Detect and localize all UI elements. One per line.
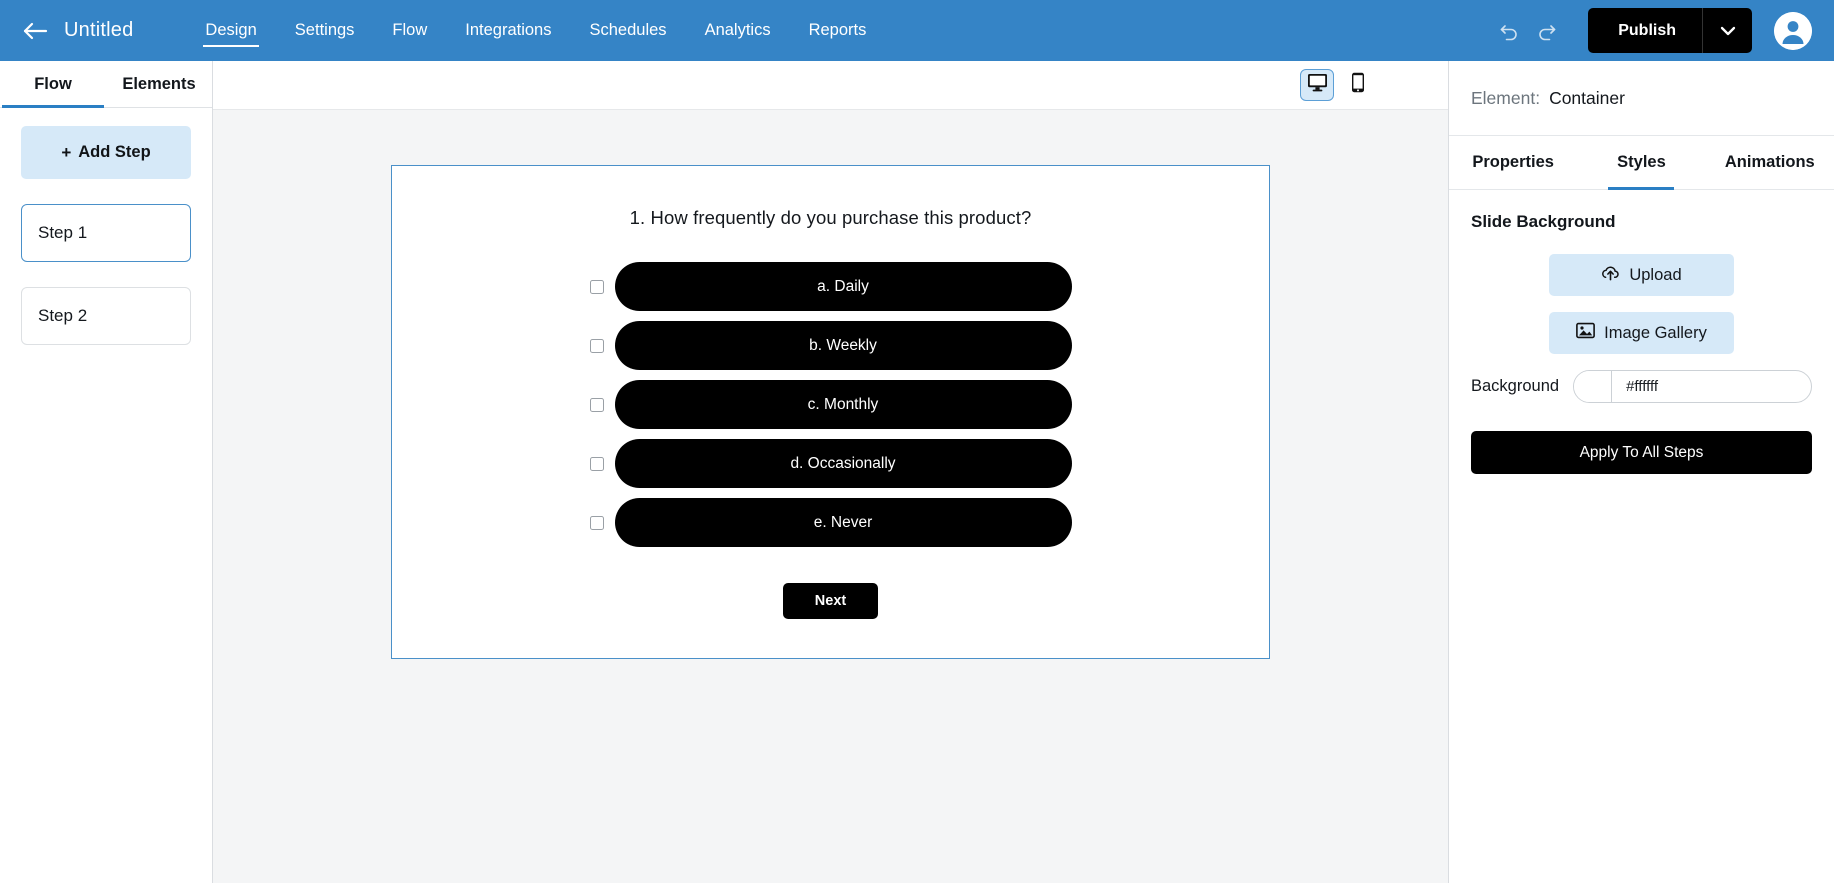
main-navigation: Design Settings Flow Integrations Schedu… — [203, 16, 867, 47]
top-bar-actions: Publish — [1490, 8, 1812, 53]
redo-icon[interactable] — [1528, 12, 1566, 50]
question-text[interactable]: 1. How frequently do you purchase this p… — [630, 207, 1032, 229]
option-checkbox-b[interactable] — [589, 338, 604, 353]
right-sidebar-tabs: Properties Styles Animations — [1449, 136, 1834, 190]
nav-item-schedules[interactable]: Schedules — [590, 16, 667, 46]
option-checkbox-c[interactable] — [589, 397, 604, 412]
tab-flow[interactable]: Flow — [0, 61, 106, 108]
background-color-field[interactable]: #ffffff — [1573, 370, 1812, 403]
styles-panel: Slide Background Upload Image Gallery Ba… — [1449, 190, 1834, 474]
tab-elements[interactable]: Elements — [106, 61, 212, 107]
next-button-wrap: Next — [783, 583, 878, 619]
element-indicator: Element: Container — [1449, 61, 1834, 136]
option-button-b[interactable]: b. Weekly — [614, 321, 1072, 370]
user-avatar-icon[interactable] — [1774, 11, 1812, 50]
upload-button[interactable]: Upload — [1549, 254, 1734, 296]
option-row: e. Never — [392, 498, 1269, 547]
publish-button[interactable]: Publish — [1588, 8, 1752, 53]
option-row: c. Monthly — [392, 380, 1269, 429]
canvas-toolbar — [213, 61, 1448, 110]
nav-item-settings[interactable]: Settings — [295, 16, 355, 46]
next-button[interactable]: Next — [783, 583, 878, 619]
nav-item-flow[interactable]: Flow — [392, 16, 427, 46]
image-gallery-label: Image Gallery — [1604, 323, 1707, 342]
upload-button-label: Upload — [1629, 265, 1682, 284]
left-sidebar-tabs: Flow Elements — [0, 61, 212, 108]
left-sidebar-content: + Add Step Step 1 Step 2 — [0, 108, 212, 345]
tab-styles[interactable]: Styles — [1577, 136, 1705, 189]
add-step-label: Add Step — [78, 143, 151, 161]
color-swatch[interactable] — [1574, 371, 1613, 402]
step-item-1-label: Step 1 — [38, 223, 88, 242]
option-row: b. Weekly — [392, 321, 1269, 370]
nav-item-integrations[interactable]: Integrations — [465, 16, 551, 46]
nav-item-design[interactable]: Design — [203, 16, 260, 47]
option-button-e[interactable]: e. Never — [614, 498, 1072, 547]
phone-icon — [1351, 72, 1365, 98]
option-button-c[interactable]: c. Monthly — [614, 380, 1072, 429]
option-checkbox-d[interactable] — [589, 456, 604, 471]
step-item-2[interactable]: Step 2 — [21, 287, 191, 345]
option-row: d. Occasionally — [392, 439, 1269, 488]
top-bar: Untitled Design Settings Flow Integratio… — [0, 0, 1834, 61]
option-button-d[interactable]: d. Occasionally — [614, 439, 1072, 488]
apply-to-all-steps-button[interactable]: Apply To All Steps — [1471, 431, 1812, 474]
main-body: Flow Elements + Add Step Step 1 Step 2 1… — [0, 61, 1834, 883]
right-sidebar: Element: Container Properties Styles Ani… — [1448, 61, 1834, 883]
document-title[interactable]: Untitled — [64, 19, 133, 42]
plus-icon: + — [61, 143, 72, 162]
app-root: Untitled Design Settings Flow Integratio… — [0, 0, 1834, 883]
cloud-upload-icon — [1601, 265, 1620, 286]
background-color-value[interactable]: #ffffff — [1612, 371, 1811, 402]
tab-properties[interactable]: Properties — [1449, 136, 1577, 189]
chevron-down-icon[interactable] — [1702, 8, 1752, 53]
background-label: Background — [1471, 377, 1560, 395]
image-icon — [1576, 322, 1596, 344]
publish-button-label: Publish — [1618, 21, 1676, 39]
canvas-scroll: 1. How frequently do you purchase this p… — [213, 110, 1448, 883]
element-label: Element: — [1471, 87, 1541, 108]
slide-background-title: Slide Background — [1471, 212, 1616, 231]
add-step-button[interactable]: + Add Step — [21, 126, 191, 179]
canvas-area: 1. How frequently do you purchase this p… — [213, 61, 1448, 883]
tab-animations[interactable]: Animations — [1706, 136, 1834, 189]
option-row: a. Daily — [392, 262, 1269, 311]
arrow-left-icon[interactable] — [20, 16, 50, 46]
left-sidebar: Flow Elements + Add Step Step 1 Step 2 — [0, 61, 213, 883]
image-gallery-button[interactable]: Image Gallery — [1549, 312, 1734, 354]
undo-icon[interactable] — [1490, 12, 1528, 50]
option-checkbox-a[interactable] — [589, 279, 604, 294]
element-value: Container — [1549, 87, 1625, 108]
step-item-1[interactable]: Step 1 — [21, 204, 191, 262]
option-button-a[interactable]: a. Daily — [614, 262, 1072, 311]
option-checkbox-e[interactable] — [589, 515, 604, 530]
mobile-view-button[interactable] — [1341, 69, 1375, 101]
nav-item-analytics[interactable]: Analytics — [705, 16, 771, 46]
slide-container[interactable]: 1. How frequently do you purchase this p… — [391, 165, 1270, 659]
step-item-2-label: Step 2 — [38, 306, 88, 325]
background-color-row: Background #ffffff — [1471, 370, 1812, 403]
desktop-view-button[interactable] — [1300, 69, 1334, 101]
nav-item-reports[interactable]: Reports — [809, 16, 867, 46]
monitor-icon — [1307, 73, 1328, 97]
options-list: a. Daily b. Weekly c. Monthly d. Occasio… — [392, 262, 1269, 557]
